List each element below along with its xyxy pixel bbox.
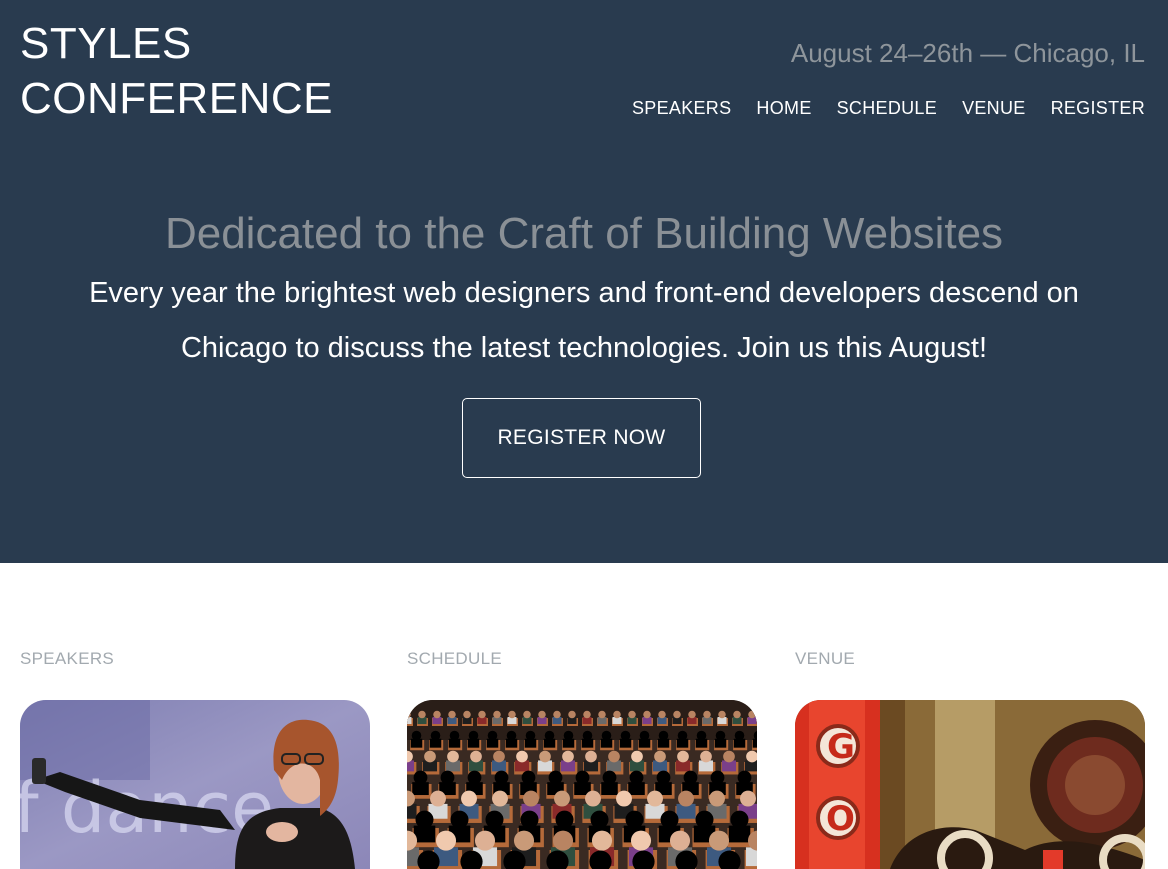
venue-photo[interactable]: G O	[795, 700, 1145, 869]
teaser-heading-venue: VENUE	[795, 649, 856, 668]
site-header: STYLES CONFERENCE August 24–26th — Chica…	[0, 0, 1168, 563]
event-date-location: August 24–26th — Chicago, IL	[790, 38, 1145, 68]
teasers: SPEAKERS f dance	[0, 563, 1168, 869]
nav-speakers[interactable]: SPEAKERS	[632, 98, 731, 119]
hero-text: Every year the brightest web designers a…	[89, 277, 1079, 364]
nav-home[interactable]: HOME	[756, 98, 811, 119]
nav-register[interactable]: REGISTER	[1051, 98, 1145, 119]
register-now-button[interactable]: REGISTER NOW	[462, 398, 701, 478]
svg-text:G: G	[827, 727, 855, 767]
hero: Dedicated to the Craft of Building Websi…	[0, 206, 1168, 376]
site-logo[interactable]: STYLES CONFERENCE	[20, 16, 333, 126]
speaker-image: f dance	[20, 700, 370, 869]
logo-line-2: CONFERENCE	[20, 74, 334, 123]
teaser-heading-schedule: SCHEDULE	[407, 649, 502, 668]
teaser-schedule: SCHEDULE	[407, 649, 757, 869]
speaker-photo[interactable]: f dance	[20, 700, 370, 869]
svg-text:O: O	[826, 799, 855, 839]
hero-title: Dedicated to the Craft of Building Websi…	[164, 209, 1004, 258]
teaser-speakers: SPEAKERS f dance	[20, 649, 370, 869]
logo-line-1: STYLES	[20, 19, 192, 68]
teaser-heading-speakers: SPEAKERS	[20, 649, 115, 668]
primary-nav: SPEAKERS HOME SCHEDULE VENUE REGISTER	[632, 98, 1145, 119]
nav-venue[interactable]: VENUE	[962, 98, 1026, 119]
audience-image	[407, 700, 757, 869]
venue-image: G O	[795, 700, 1145, 869]
teaser-venue: VENUE G O	[795, 649, 1145, 869]
schedule-photo[interactable]	[407, 700, 757, 869]
nav-schedule[interactable]: SCHEDULE	[837, 98, 937, 119]
